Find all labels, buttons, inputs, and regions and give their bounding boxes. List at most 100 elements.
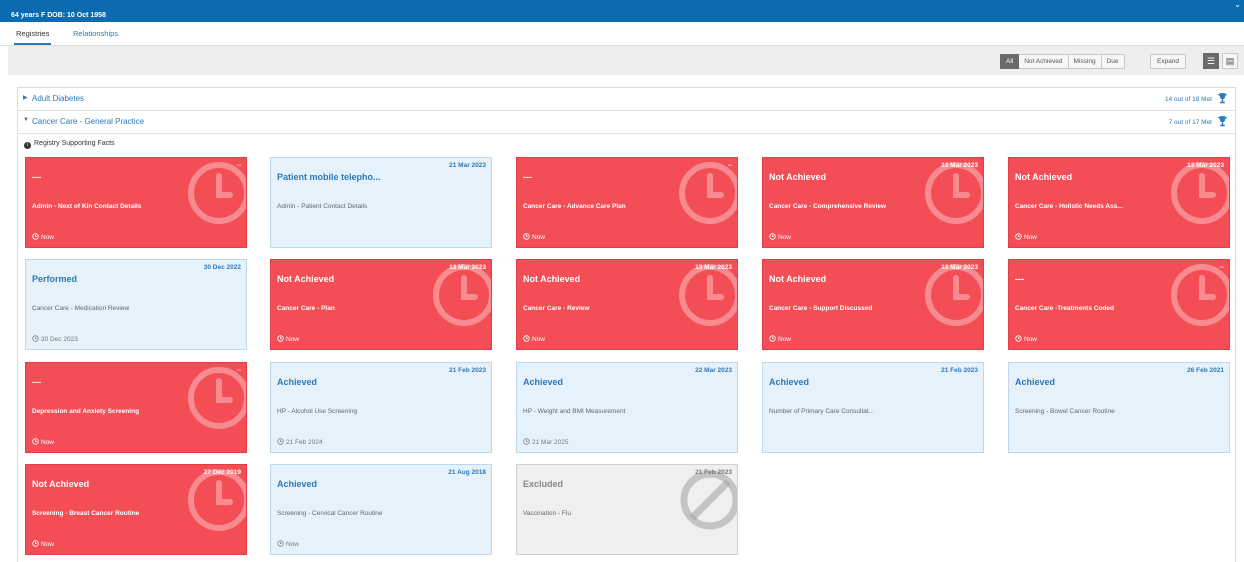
tab-relationships[interactable]: Relationships (73, 29, 118, 38)
trophy-icon (1218, 93, 1227, 104)
card-date: 13 Mar 2023 (695, 264, 732, 271)
registry-row-adult-diabetes[interactable]: ▶ Adult Diabetes 14 out of 18 Met (18, 88, 1235, 111)
card-label: Cancer Care - Support Discussed (769, 305, 873, 312)
caret-right-icon: ▶ (23, 95, 28, 101)
filter-due-button[interactable]: Due (1101, 54, 1125, 69)
card-status: Achieved (277, 479, 318, 489)
card-label: Depression and Anxiety Screening (32, 408, 140, 415)
registry-card[interactable]: 21 Feb 2023 Excluded Vaccination - Flu (516, 464, 738, 555)
card-label: Admin - Patient Contact Details (277, 203, 368, 210)
card-status: Not Achieved (32, 479, 90, 489)
patient-banner: 64 years F DOB: 10 Oct 1958 ⌄ (0, 0, 1244, 22)
tab-registries[interactable]: Registries (13, 29, 52, 45)
registry-card[interactable]: 13 Mar 2023 Not Achieved Cancer Care - Com… (762, 157, 984, 248)
clock-icon (277, 540, 284, 547)
registry-card[interactable]: 21 Aug 2018 Achieved Screening - Cervical … (270, 464, 492, 555)
registry-card[interactable]: 21 Feb 2023 Achieved HP - Alcohol Use Scre… (270, 362, 492, 453)
card-label: Cancer Care - Advance Care Plan (523, 203, 626, 210)
card-label: Admin - Next of Kin Contact Details (32, 203, 142, 210)
registry-card[interactable]: -- --- Cancer Care - Advance Care Plan Now (516, 157, 738, 248)
card-date: 21 Mar 2023 (449, 162, 486, 169)
expand-button[interactable]: Expand (1150, 54, 1187, 69)
card-due: Now (277, 540, 299, 548)
card-label: Cancer Care - Medication Review (32, 305, 130, 312)
card-due-text: Now (41, 541, 55, 548)
card-label: Cancer Care - Plan (277, 305, 335, 312)
clock-icon (277, 438, 284, 445)
filter-toolbar: All Not Achieved Missing Due Expand ☰ ▤ (8, 46, 1244, 75)
card-date: 13 Mar 2023 (449, 264, 486, 271)
clock-icon (32, 438, 39, 445)
card-due: Now (523, 233, 545, 241)
card-due-text: Now (286, 336, 300, 343)
registry-card[interactable]: 13 Mar 2023 Not Achieved Cancer Care - Pla… (270, 259, 492, 350)
registry-card[interactable]: 30 Dec 2022 Performed Cancer Care - Medica… (25, 259, 247, 350)
card-status: Not Achieved (523, 274, 581, 284)
registry-card[interactable]: 27 Dec 2019 Not Achieved Screening - Breas… (25, 464, 247, 555)
card-date: 30 Dec 2022 (203, 264, 241, 271)
clock-icon (769, 335, 776, 342)
card-due-text: Now (532, 336, 546, 343)
card-date: 27 Dec 2019 (203, 469, 241, 476)
compact-view-icon[interactable]: ▤ (1222, 53, 1238, 69)
card-due-text: Now (532, 234, 546, 241)
card-label: Cancer Care - Holistic Needs Ass... (1015, 203, 1123, 210)
card-date: 21 Feb 2023 (941, 367, 978, 374)
card-due-text: Now (41, 439, 55, 446)
filter-all-button[interactable]: All (1000, 54, 1020, 69)
registry-count: 7 out of 17 Met (1168, 119, 1212, 126)
registry-card[interactable]: -- --- Admin - Next of Kin Contact Details… (25, 157, 247, 248)
card-status: Not Achieved (277, 274, 335, 284)
registry-card[interactable]: -- --- Depression and Anxiety Screening Now (25, 362, 247, 453)
card-status: Patient mobile telepho... (277, 172, 381, 182)
registry-card[interactable]: 13 Mar 2023 Not Achieved Cancer Care - Rev… (516, 259, 738, 350)
clock-icon (1015, 335, 1022, 342)
registry-card[interactable]: 22 Mar 2023 Achieved HP - Weight and BMI M… (516, 362, 738, 453)
card-status: Performed (32, 274, 78, 284)
registry-card[interactable]: 26 Feb 2021 Achieved Screening - Bowel Can… (1008, 362, 1230, 453)
card-date: 22 Mar 2023 (695, 367, 732, 374)
card-date: -- (236, 162, 241, 169)
clock-icon (277, 335, 284, 342)
filter-missing-button[interactable]: Missing (1068, 54, 1102, 69)
card-due: Now (1015, 233, 1037, 241)
registry-card[interactable]: 21 Feb 2023 Achieved Number of Primary Car… (762, 362, 984, 453)
card-due-text: Now (778, 234, 792, 241)
card-due-text: Now (1024, 234, 1038, 241)
card-label: Screening - Bowel Cancer Routine (1015, 408, 1115, 415)
card-label: HP - Alcohol Use Screening (277, 408, 358, 415)
registry-card[interactable]: -- --- Cancer Care -Treatments Coded Now (1008, 259, 1230, 350)
card-status: Achieved (769, 377, 810, 387)
card-label: Vaccination - Flu (523, 510, 571, 517)
card-status: --- (1015, 274, 1024, 284)
filter-not-achieved-button[interactable]: Not Achieved (1019, 54, 1069, 69)
registry-card[interactable]: 13 Mar 2023 Not Achieved Cancer Care - Sup… (762, 259, 984, 350)
clock-icon (523, 335, 530, 342)
card-due: Now (769, 335, 791, 343)
status-filter-group: All Not Achieved Missing Due (1000, 54, 1125, 69)
clock-icon (32, 335, 39, 342)
card-status: Not Achieved (1015, 172, 1073, 182)
registry-row-cancer-care[interactable]: ▼ Cancer Care - General Practice 7 out o… (18, 111, 1235, 134)
caret-down-icon: ▼ (23, 117, 29, 123)
registry-count: 14 out of 18 Met (1165, 96, 1212, 103)
card-status: Achieved (277, 377, 318, 387)
card-date: 21 Feb 2023 (449, 367, 486, 374)
card-date: 26 Feb 2021 (1187, 367, 1224, 374)
card-due: Now (1015, 335, 1037, 343)
card-label: HP - Weight and BMI Measurement (523, 408, 626, 415)
card-due-text: 21 Mar 2025 (532, 439, 569, 446)
clock-icon (523, 233, 530, 240)
card-date: -- (1219, 264, 1224, 271)
registry-card[interactable]: 21 Mar 2023 Patient mobile telepho... Admi… (270, 157, 492, 248)
card-label: Screening - Breast Cancer Routine (32, 510, 140, 517)
card-label: Number of Primary Care Consultat... (769, 408, 875, 415)
card-label: Screening - Cervical Cancer Routine (277, 510, 383, 517)
list-view-icon[interactable]: ☰ (1203, 53, 1219, 69)
chevron-down-icon[interactable]: ⌄ (1234, 0, 1241, 9)
registry-card[interactable]: 13 Mar 2023 Not Achieved Cancer Care - Hol… (1008, 157, 1230, 248)
card-date: -- (236, 367, 241, 374)
card-due: 21 Mar 2025 (523, 438, 569, 446)
card-date: 13 Mar 2023 (941, 162, 978, 169)
card-date: 21 Aug 2018 (448, 469, 486, 476)
